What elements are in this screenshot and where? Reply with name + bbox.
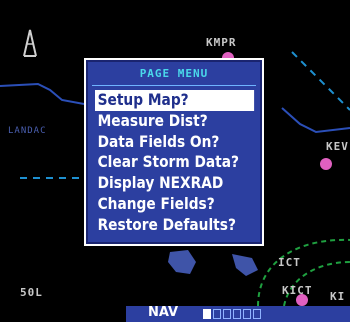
- gps-screen: KMPR LANDAC KEV ICT KICT KI 50L PAGE MEN…: [0, 0, 350, 322]
- boundary-line: [0, 82, 85, 105]
- page-menu-list: Setup Map? Measure Dist? Data Fields On?…: [95, 90, 258, 236]
- menu-item-change-fields[interactable]: Change Fields?: [95, 194, 235, 215]
- page-indicator-square: [243, 309, 251, 319]
- route-line: [291, 51, 350, 111]
- page-indicator-square: [233, 309, 241, 319]
- menu-item-measure-dist[interactable]: Measure Dist?: [95, 111, 235, 132]
- menu-item-display-nexrad[interactable]: Display NEXRAD: [95, 173, 235, 194]
- nav-mode-label: NAV: [148, 305, 179, 320]
- page-indicator-square: [213, 309, 221, 319]
- menu-item-clear-storm-data[interactable]: Clear Storm Data?: [95, 152, 239, 173]
- map-label-ict: ICT: [278, 256, 301, 269]
- page-indicator: [203, 309, 261, 319]
- map-label-landac: LANDAC: [8, 126, 47, 136]
- page-menu-divider: [92, 85, 256, 86]
- boundary-line-2: [281, 107, 350, 134]
- menu-item-restore-defaults[interactable]: Restore Defaults?: [95, 215, 236, 236]
- airport-symbol-2[interactable]: [320, 158, 332, 170]
- page-indicator-square: [253, 309, 261, 319]
- map-label-ki: KI: [330, 290, 346, 303]
- map-label-kev: KEV: [326, 140, 349, 153]
- page-menu-title: PAGE MENU: [139, 67, 209, 80]
- map-label-kict: KICT: [282, 284, 313, 297]
- terrain-shape: [168, 250, 196, 274]
- map-label-kmpr: KMPR: [206, 36, 237, 49]
- page-indicator-square: [223, 309, 231, 319]
- menu-item-setup-map[interactable]: Setup Map?: [95, 90, 255, 111]
- menu-item-data-fields-on[interactable]: Data Fields On?: [95, 132, 235, 153]
- page-menu: PAGE MENU Setup Map? Measure Dist? Data …: [84, 58, 264, 246]
- page-indicator-square: [203, 309, 211, 319]
- terrain-shape-2: [232, 254, 258, 276]
- north-arrow-icon: [23, 29, 37, 57]
- map-range-label: 50L: [20, 286, 43, 299]
